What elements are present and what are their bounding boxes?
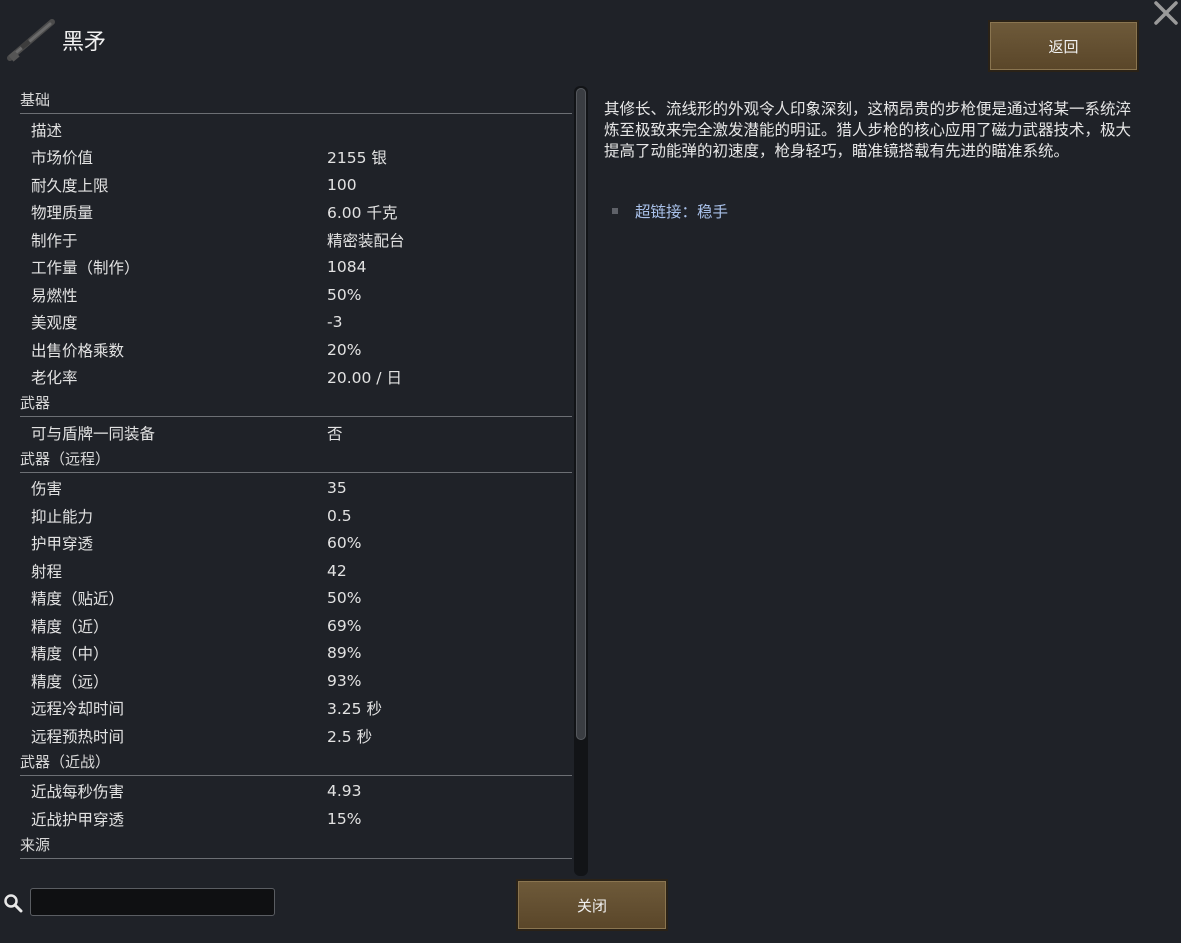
category-header: 武器（近战） (20, 750, 572, 776)
stat-value: -3 (327, 313, 343, 332)
scrollbar[interactable] (574, 86, 588, 876)
stat-row[interactable]: 射程 42 (20, 557, 572, 585)
stat-value: 3.25 秒 (327, 700, 382, 719)
stat-row[interactable]: 易燃性 50% (20, 281, 572, 309)
stat-value: 精密装配台 (327, 231, 405, 250)
stat-row[interactable]: 精度（近） 69% (20, 612, 572, 640)
stat-value: 1084 (327, 258, 367, 277)
stat-label: 远程预热时间 (31, 727, 125, 746)
stat-row[interactable]: 精度（贴近） 50% (20, 585, 572, 613)
stat-label: 描述 (31, 121, 63, 140)
header: 黑矛 (6, 18, 106, 62)
stat-row[interactable]: 精度（远） 93% (20, 667, 572, 695)
bullet-icon (612, 208, 618, 214)
close-button[interactable]: 关闭 (516, 879, 668, 931)
stat-row[interactable]: 物理质量 6.00 千克 (20, 199, 572, 227)
search-input[interactable] (30, 888, 275, 916)
stat-value: 42 (327, 561, 347, 580)
stat-label: 护甲穿透 (31, 535, 94, 554)
page-title: 黑矛 (62, 30, 107, 55)
stat-label: 射程 (31, 562, 63, 581)
category-header: 基础 (20, 88, 572, 114)
stat-label: 出售价格乘数 (31, 341, 125, 360)
stat-row[interactable]: 护甲穿透 60% (20, 530, 572, 558)
stat-value: 6.00 千克 (327, 204, 398, 223)
stat-label: 远程冷却时间 (31, 700, 125, 719)
stat-row[interactable]: 工作量（制作） 1084 (20, 254, 572, 282)
stat-label: 制作于 (31, 231, 78, 250)
category-header: 来源 (20, 833, 572, 859)
stat-value: 35 (327, 479, 347, 498)
category-header: 武器（远程） (20, 447, 572, 473)
stat-label: 美观度 (31, 314, 78, 333)
description-text: 其修长、流线形的外观令人印象深刻，这柄昂贵的步枪便是通过将某一系统淬炼至极致来完… (604, 100, 1132, 160)
stat-label: 近战护甲穿透 (31, 810, 125, 829)
back-button[interactable]: 返回 (988, 20, 1139, 72)
stat-row[interactable]: 出售价格乘数 20% (20, 336, 572, 364)
stat-label: 工作量（制作） (31, 259, 140, 278)
stat-label: 可与盾牌一同装备 (31, 424, 156, 443)
stat-value: 50% (327, 285, 362, 304)
stat-row[interactable]: 描述 (20, 116, 572, 144)
stat-value: 60% (327, 534, 362, 553)
stat-row[interactable]: 远程冷却时间 3.25 秒 (20, 695, 572, 723)
stat-value: 93% (327, 671, 362, 690)
stat-value: 2155 银 (327, 149, 387, 168)
spear-rifle-icon (6, 16, 56, 64)
hyperlink-steady-hand[interactable]: 超链接：稳手 (635, 200, 728, 222)
stat-value: 4.93 (327, 782, 362, 801)
stat-value: 50% (327, 589, 362, 608)
stat-value: 2.5 秒 (327, 727, 373, 746)
stat-row[interactable]: 老化率 20.00 / 日 (20, 364, 572, 392)
stat-value: 20% (327, 340, 362, 359)
stat-row[interactable]: 抑止能力 0.5 (20, 502, 572, 530)
stat-label: 精度（中） (31, 645, 109, 664)
stat-value: 15% (327, 809, 362, 828)
scrollbar-thumb[interactable] (576, 88, 586, 740)
stats-panel: 基础描述市场价值 2155 银耐久度上限 100 物理质量 6.00 千克制作于 精密装配… (20, 88, 572, 878)
stat-label: 市场价值 (31, 149, 94, 168)
stat-row[interactable]: 伤害 35 (20, 475, 572, 503)
stat-value: 89% (327, 644, 362, 663)
stat-value: 20.00 / 日 (327, 369, 402, 388)
stat-value: 100 (327, 175, 357, 194)
stat-label: 老化率 (31, 369, 78, 388)
hyperlink-list-item: 超链接：稳手 (612, 200, 728, 222)
stat-label: 易燃性 (31, 286, 78, 305)
stat-value: 否 (327, 424, 343, 443)
stat-value: 0.5 (327, 506, 352, 525)
stat-row[interactable]: 美观度 -3 (20, 309, 572, 337)
stat-row[interactable]: 耐久度上限 100 (20, 171, 572, 199)
info-card-window: 黑矛 返回 基础描述市场价值 2155 银耐久度上限 100 物理质量 6.00 千克制… (0, 0, 1181, 943)
stat-label: 精度（近） (31, 617, 109, 636)
stat-row[interactable]: 制作于 精密装配台 (20, 226, 572, 254)
stat-label: 近战每秒伤害 (31, 783, 125, 802)
stat-row[interactable]: 近战每秒伤害 4.93 (20, 778, 572, 806)
stat-row[interactable]: 远程预热时间 2.5 秒 (20, 722, 572, 750)
search-icon (3, 893, 23, 913)
stat-row[interactable]: 精度（中） 89% (20, 640, 572, 668)
stat-label: 物理质量 (31, 204, 94, 223)
close-x-icon[interactable] (1153, 0, 1179, 26)
stat-label: 伤害 (31, 480, 63, 499)
stat-label: 精度（远） (31, 672, 109, 691)
category-header: 武器 (20, 391, 572, 417)
stat-row[interactable]: 近战护甲穿透 15% (20, 805, 572, 833)
stat-row[interactable]: 可与盾牌一同装备 否 (20, 419, 572, 447)
stat-label: 抑止能力 (31, 507, 94, 526)
stat-label: 精度（贴近） (31, 590, 125, 609)
stat-row[interactable]: 市场价值 2155 银 (20, 144, 572, 172)
stat-value: 69% (327, 616, 362, 635)
stat-label: 耐久度上限 (31, 176, 109, 195)
